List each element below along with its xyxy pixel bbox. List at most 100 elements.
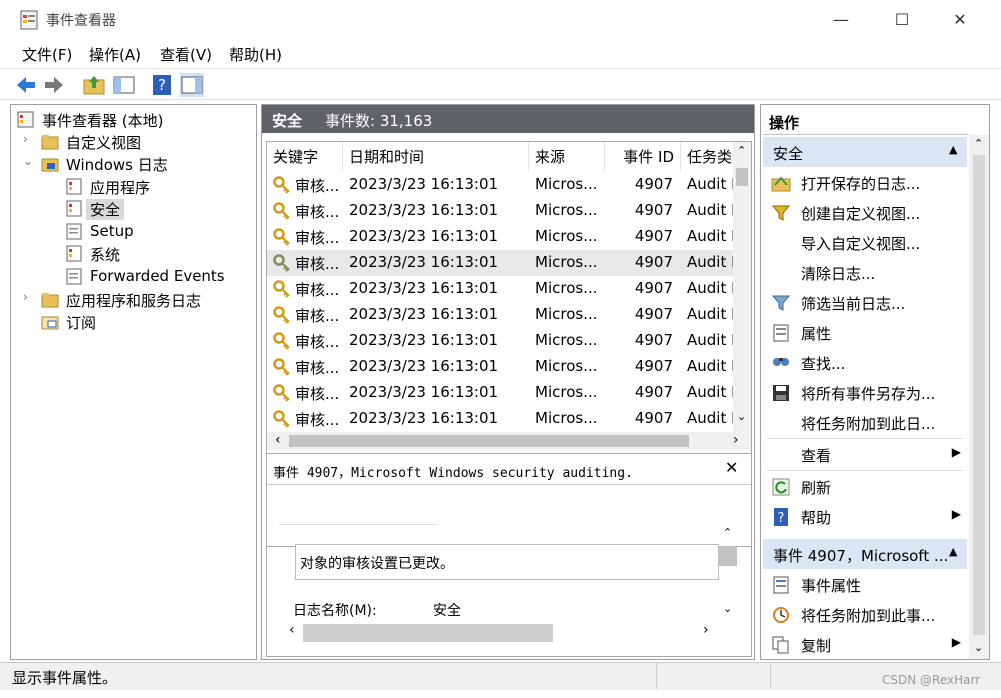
- scroll-left-icon[interactable]: ‹: [275, 432, 281, 448]
- scroll-down-icon[interactable]: ⌄: [737, 410, 746, 423]
- actions-scroll-thumb[interactable]: [973, 155, 985, 635]
- folder-up-icon[interactable]: [82, 73, 106, 97]
- close-button[interactable]: ✕: [937, 4, 983, 36]
- actions-section-event[interactable]: 事件 4907，Microsoft ... ▲: [763, 539, 967, 569]
- table-row[interactable]: 审核... 2023/3/23 16:13:01 Micros... 4907 Audi…: [267, 172, 733, 198]
- h-scroll-thumb[interactable]: [289, 435, 689, 447]
- table-row[interactable]: 审核... 2023/3/23 16:13:01 Micros... 4907 Audi…: [267, 354, 733, 380]
- submenu-arrow-icon: ▶: [951, 445, 961, 459]
- cell-source: Micros...: [535, 227, 598, 245]
- detail-close-icon[interactable]: ✕: [725, 458, 738, 477]
- table-row[interactable]: 审核... 2023/3/23 16:13:01 Micros... 4907 Audi…: [267, 198, 733, 224]
- folder-icon: [41, 135, 59, 150]
- table-row[interactable]: 审核... 2023/3/23 16:13:01 Micros... 4907 Audi…: [267, 276, 733, 302]
- section-title-security: 安全: [773, 145, 804, 163]
- action-create-custom-view[interactable]: 创建自定义视图...: [763, 197, 967, 227]
- help-icon[interactable]: ?: [150, 73, 174, 97]
- chevron-down-icon[interactable]: ⌄: [23, 154, 33, 168]
- title-bar: 事件查看器 — ☐ ✕: [0, 0, 1001, 40]
- table-row[interactable]: 审核... 2023/3/23 16:13:01 Micros... 4907 Audi…: [267, 302, 733, 328]
- maximize-button[interactable]: ☐: [879, 4, 925, 36]
- log-name-value: 安全: [433, 603, 461, 619]
- table-row[interactable]: 审核... 2023/3/23 16:13:01 Micros... 4907 Audi…: [267, 328, 733, 354]
- chevron-right-icon[interactable]: ›: [23, 290, 28, 304]
- action-refresh[interactable]: 刷新: [763, 471, 967, 501]
- column-header-event-id[interactable]: 事件 ID: [605, 142, 681, 172]
- tree-item-application[interactable]: 应用程序: [11, 175, 251, 197]
- action-import-custom-view[interactable]: 导入自定义视图...: [763, 227, 967, 257]
- actions-scrollbar[interactable]: ⌃ ⌄: [969, 135, 989, 659]
- chevron-right-icon[interactable]: ›: [23, 132, 28, 146]
- scroll-up-icon[interactable]: ⌃: [737, 144, 746, 157]
- tree-item-system[interactable]: 系统: [11, 242, 251, 264]
- tree-label-subscriptions: 订阅: [66, 314, 97, 332]
- tree-item-forwarded-events[interactable]: Forwarded Events: [11, 265, 251, 287]
- cell-keyword: 审核...: [295, 411, 340, 429]
- action-attach-task-to-log[interactable]: 将任务附加到此日...: [763, 407, 967, 437]
- detail-scroll-right-icon[interactable]: ›: [703, 622, 709, 638]
- menu-action[interactable]: 操作(A): [89, 44, 141, 65]
- column-header-keyword[interactable]: 关键字: [267, 142, 343, 172]
- action-help[interactable]: ? 帮助 ▶: [763, 501, 967, 531]
- tree-item-security[interactable]: 安全: [11, 197, 251, 220]
- scroll-thumb[interactable]: [736, 168, 748, 186]
- tree-label-custom-views: 自定义视图: [66, 134, 142, 152]
- back-arrow-icon[interactable]: [14, 73, 38, 97]
- cell-keyword: 审核...: [295, 385, 340, 403]
- detail-scroll-thumb[interactable]: [719, 546, 737, 566]
- menu-help[interactable]: 帮助(H): [229, 44, 282, 65]
- action-open-saved-log[interactable]: 打开保存的日志...: [763, 167, 967, 197]
- action-filter-current-log[interactable]: 筛选当前日志...: [763, 287, 967, 317]
- horizontal-scrollbar[interactable]: ‹ ›: [267, 432, 751, 450]
- action-view[interactable]: 查看 ▶: [763, 439, 967, 469]
- action-label: 打开保存的日志...: [801, 175, 921, 193]
- scroll-down-icon[interactable]: ⌄: [974, 641, 983, 654]
- tree-item-root[interactable]: 事件查看器 (本地): [11, 108, 251, 130]
- tree-label-app-service-logs: 应用程序和服务日志: [66, 292, 202, 310]
- minimize-button[interactable]: —: [818, 4, 864, 36]
- detail-scroll-left-icon[interactable]: ‹: [289, 622, 295, 638]
- window-title: 事件查看器: [46, 13, 116, 29]
- table-row[interactable]: 审核... 2023/3/23 16:13:01 Micros... 4907 Audi…: [267, 250, 733, 276]
- scroll-up-icon[interactable]: ⌃: [974, 137, 983, 150]
- column-header-source[interactable]: 来源: [529, 142, 605, 172]
- detail-scroll-up-icon[interactable]: ⌃: [723, 526, 732, 539]
- forward-arrow-icon[interactable]: [42, 73, 66, 97]
- cell-source: Micros...: [535, 383, 598, 401]
- table-row[interactable]: 审核... 2023/3/23 16:13:01 Micros... 4907 Audi…: [267, 224, 733, 250]
- tree-item-setup[interactable]: Setup: [11, 220, 251, 242]
- collapse-up-icon[interactable]: ▲: [949, 545, 957, 558]
- tree-item-app-service-logs[interactable]: › 应用程序和服务日志: [11, 288, 251, 310]
- detail-divider: [267, 484, 751, 485]
- action-clear-log[interactable]: 清除日志...: [763, 257, 967, 287]
- vertical-scrollbar[interactable]: ⌃ ⌄: [733, 142, 751, 432]
- cell-event-id: 4907: [634, 305, 673, 323]
- key-icon: [273, 228, 290, 246]
- collapse-up-icon[interactable]: ▲: [949, 143, 957, 156]
- action-find[interactable]: 查找...: [763, 347, 967, 377]
- menu-view[interactable]: 查看(V): [160, 44, 212, 65]
- detail-scroll-down-icon[interactable]: ⌄: [723, 602, 732, 615]
- save-icon: [773, 385, 789, 401]
- tree-item-custom-views[interactable]: › 自定义视图: [11, 130, 251, 152]
- show-action-pane-icon[interactable]: [180, 73, 204, 97]
- table-row[interactable]: 审核... 2023/3/23 16:13:01 Micros... 4907 Audi…: [267, 380, 733, 406]
- table-row[interactable]: 审核... 2023/3/23 16:13:01 Micros... 4907 Audi…: [267, 406, 733, 432]
- scroll-right-icon[interactable]: ›: [733, 432, 739, 448]
- action-label: 帮助: [801, 509, 832, 527]
- action-copy[interactable]: 复制 ▶: [763, 629, 967, 659]
- key-icon: [273, 254, 290, 272]
- column-header-datetime[interactable]: 日期和时间: [343, 142, 529, 172]
- action-properties[interactable]: 属性: [763, 317, 967, 347]
- action-attach-task-to-event[interactable]: 将任务附加到此事...: [763, 599, 967, 629]
- center-pane: 安全 事件数: 31,163 关键字 日期和时间 来源 事件 ID 任务类 审核…: [261, 104, 755, 660]
- column-header-task[interactable]: 任务类: [681, 142, 733, 172]
- action-event-properties[interactable]: 事件属性: [763, 569, 967, 599]
- tree-item-windows-logs[interactable]: ⌄ Windows 日志: [11, 152, 251, 174]
- show-hide-tree-icon[interactable]: [112, 73, 136, 97]
- detail-h-scroll-thumb[interactable]: [303, 624, 553, 642]
- actions-section-security[interactable]: 安全 ▲: [763, 137, 967, 167]
- tree-item-subscriptions[interactable]: 订阅: [11, 310, 251, 332]
- action-save-all-events[interactable]: 将所有事件另存为...: [763, 377, 967, 407]
- menu-file[interactable]: 文件(F): [22, 44, 72, 65]
